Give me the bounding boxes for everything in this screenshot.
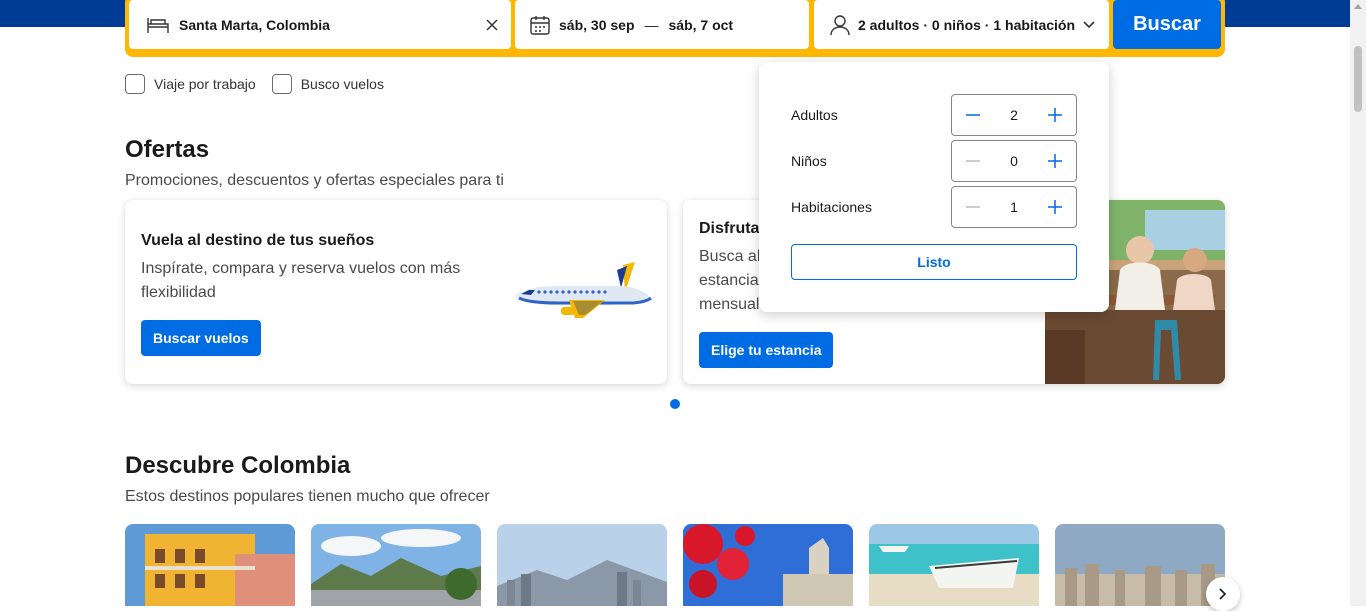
adults-value: 2 — [1010, 107, 1018, 123]
adults-label: Adultos — [791, 107, 838, 123]
checkbox-label: Busco vuelos — [300, 76, 384, 92]
destination-card-3[interactable] — [497, 524, 667, 606]
checkbox-box[interactable] — [271, 74, 292, 94]
dates-field[interactable]: sáb, 30 sep — sáb, 7 oct — [515, 0, 809, 49]
adults-stepper: 2 — [951, 94, 1077, 136]
rooms-value: 1 — [1010, 199, 1018, 215]
search-bar: Santa Marta, Colombia sáb, 30 sep — sáb,… — [125, 0, 1225, 57]
search-button[interactable]: Buscar — [1113, 0, 1221, 49]
offer-card-title: Vuela al destino de tus sueños — [141, 232, 375, 249]
date-separator: — — [644, 16, 659, 33]
destination-card-5[interactable] — [869, 524, 1039, 606]
offer-card-text: estancias — [699, 272, 767, 289]
offers-title: Ofertas — [125, 136, 210, 163]
airplane-illustration — [513, 260, 653, 329]
minus-icon[interactable] — [962, 196, 984, 218]
destination-card-2[interactable] — [311, 524, 481, 606]
checkbox-box[interactable] — [125, 74, 145, 94]
rooms-label: Habitaciones — [791, 199, 872, 215]
offer-card-flights: Vuela al destino de tus sueños Inspírate… — [125, 200, 667, 384]
check-out-date[interactable]: sáb, 7 oct — [669, 17, 734, 33]
chevron-down-icon[interactable] — [1083, 20, 1095, 29]
bed-icon — [145, 15, 171, 35]
discover-subtitle: Estos destinos populares tienen mucho qu… — [125, 488, 490, 505]
children-value: 0 — [1010, 153, 1018, 169]
scroll-up-arrow[interactable] — [1354, 4, 1362, 9]
discover-title: Descubre Colombia — [125, 452, 351, 479]
search-options: Viaje por trabajo Busco vuelos — [125, 74, 384, 94]
offer-card-text: mensual — [699, 296, 760, 313]
guests-field[interactable]: 2 adultos · 0 niños · 1 habitación — [814, 0, 1109, 49]
destination-card-6[interactable] — [1055, 524, 1225, 606]
children-stepper: 0 — [951, 140, 1077, 182]
plus-icon[interactable] — [1044, 196, 1066, 218]
done-button[interactable]: Listo — [791, 244, 1077, 280]
destination-value: Santa Marta, Colombia — [179, 16, 330, 33]
calendar-icon — [529, 14, 551, 36]
offer-card-text: flexibilidad — [141, 284, 216, 301]
person-icon — [830, 14, 850, 36]
flights-checkbox[interactable]: Busco vuelos — [271, 74, 384, 94]
chevron-right-icon — [1219, 588, 1227, 600]
children-label: Niños — [791, 153, 827, 169]
checkbox-label: Viaje por trabajo — [154, 76, 256, 92]
carousel-dot[interactable] — [670, 399, 680, 409]
destination-card-1[interactable] — [125, 524, 295, 606]
destination-field[interactable]: Santa Marta, Colombia — [129, 0, 511, 49]
offer-card-text: Inspírate, compara y reserva vuelos con … — [141, 260, 461, 277]
scroll-thumb[interactable] — [1354, 46, 1362, 112]
business-trip-checkbox[interactable]: Viaje por trabajo — [125, 74, 256, 94]
guests-summary: 2 adultos · 0 niños · 1 habitación — [858, 16, 1076, 33]
choose-stay-button[interactable]: Elige tu estancia — [699, 332, 834, 368]
check-in-date[interactable]: sáb, 30 sep — [559, 17, 635, 33]
close-icon[interactable] — [485, 18, 499, 32]
destination-card-4[interactable] — [683, 524, 853, 606]
scrollbar[interactable] — [1350, 0, 1366, 606]
rooms-stepper: 1 — [951, 186, 1077, 228]
minus-icon[interactable] — [962, 104, 984, 126]
guests-popup: Adultos 2 Niños 0 Habitaciones 1 Listo — [759, 62, 1109, 312]
plus-icon[interactable] — [1044, 150, 1066, 172]
offers-subtitle: Promociones, descuentos y ofertas especi… — [125, 172, 504, 189]
plus-icon[interactable] — [1044, 104, 1066, 126]
search-flights-button[interactable]: Buscar vuelos — [141, 320, 261, 356]
offer-card-title: Disfruta — [699, 220, 760, 237]
minus-icon[interactable] — [962, 150, 984, 172]
